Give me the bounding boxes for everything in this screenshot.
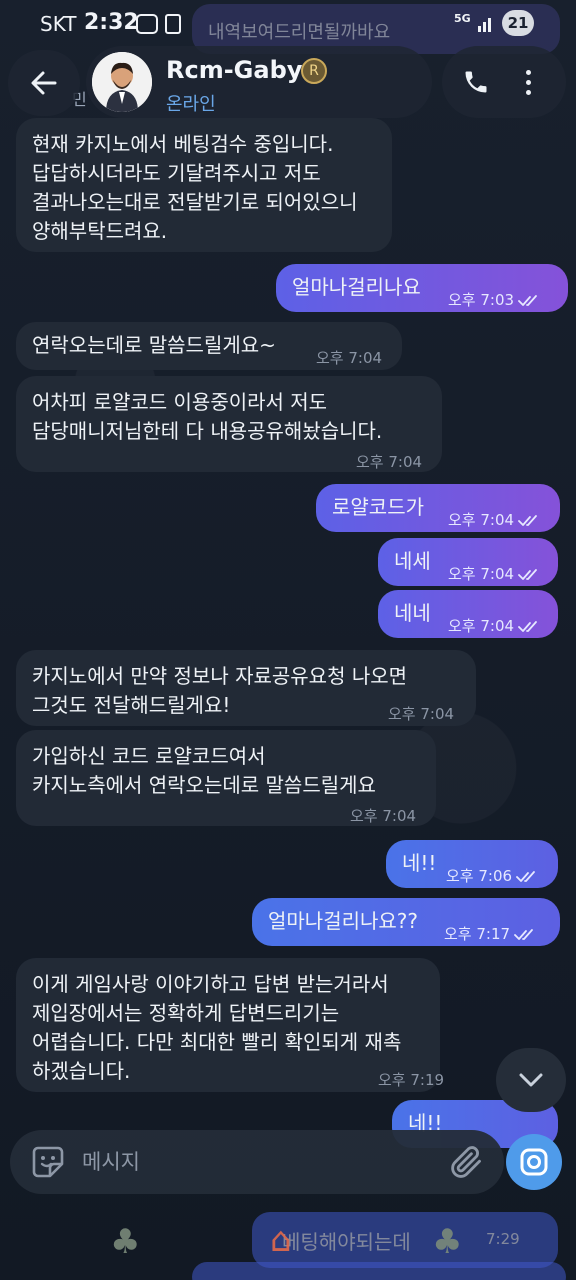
message-text: 어차피 로얄코드 이용중이라서 저도 담당매니저님한테 다 내용공유해놨습니다. <box>32 390 383 443</box>
outgoing-message[interactable]: 로얄코드가오후 7:04 <box>316 484 560 532</box>
message-text: 카지노에서 만약 정보나 자료공유요청 나오면 그것도 전달해드릴게요! <box>32 664 408 717</box>
camera-icon <box>520 1148 548 1176</box>
message-text: 네네 <box>394 601 431 625</box>
message-text: 연락오는데로 말씀드릴게요~ <box>32 333 276 357</box>
arrow-left-icon <box>31 71 57 95</box>
incoming-message[interactable]: 연락오는데로 말씀드릴게요~ 오후 7:04 <box>16 322 402 370</box>
message-input[interactable] <box>82 1138 422 1186</box>
screenshot-icon <box>136 14 158 34</box>
outgoing-message[interactable]: 네세오후 7:04 <box>378 538 558 586</box>
chevron-down-icon <box>519 1073 543 1087</box>
online-status: 온라인 <box>166 94 216 115</box>
outgoing-message[interactable]: 얼마나걸리나요?? 오후 7:17 <box>252 898 560 946</box>
message-timestamp: 오후 7:04 <box>448 612 542 641</box>
message-text: 네세 <box>394 549 431 573</box>
message-time-label: 오후 7:04 <box>448 511 515 529</box>
message-timestamp: 오후 7:04 <box>448 506 542 535</box>
message-text: 얼마나걸리나요?? <box>268 909 419 933</box>
incoming-message[interactable]: 카지노에서 만약 정보나 자료공유요청 나오면 그것도 전달해드릴게요! 오후 7… <box>16 650 476 726</box>
outgoing-message[interactable]: 네네오후 7:04 <box>378 590 558 638</box>
message-text: 이게 게임사랑 이야기하고 답변 받는거라서 제입장에서는 정확하게 답변드리기… <box>32 972 402 1083</box>
network-type: 5G <box>454 12 471 25</box>
battery-indicator: 21 <box>502 10 534 36</box>
tree-doodle-icon: ♣ <box>432 1222 463 1262</box>
house-doodle-icon: ⌂ <box>270 1220 292 1260</box>
clock: 2:32 <box>84 10 139 35</box>
header-actions <box>442 46 566 118</box>
message-timestamp: 오후 7:17 <box>444 920 538 949</box>
incoming-message[interactable]: 현재 카지노에서 베팅검수 중입니다. 답답하시더라도 기달려주시고 저도 결과… <box>16 118 392 351</box>
avatar[interactable] <box>92 52 152 112</box>
read-checkmarks-icon <box>516 870 535 882</box>
lock-icon <box>165 14 181 34</box>
message-text: 가입하신 코드 로얄코드여서 카지노측에서 연락오는데로 말씀드릴게요 <box>32 744 376 797</box>
outgoing-message[interactable]: 네!! 오후 7:06 <box>386 840 558 888</box>
message-timestamp: 오후 7:04 <box>448 560 542 589</box>
contact-name: Rcm-Gaby <box>166 56 303 84</box>
message-time-label: 오후 7:06 <box>446 867 513 885</box>
faint-outgoing-message-lower <box>192 1262 566 1280</box>
message-time-label: 오후 7:19 <box>378 1071 445 1089</box>
camera-button[interactable] <box>506 1134 562 1190</box>
more-vertical-icon[interactable] <box>526 70 532 100</box>
read-checkmarks-icon <box>518 620 537 632</box>
message-time-label: 오후 7:04 <box>350 807 417 825</box>
read-checkmarks-icon <box>518 568 537 580</box>
avatar-image <box>92 52 152 112</box>
message-timestamp: 오후 7:04 <box>350 802 416 831</box>
message-composer <box>10 1130 504 1194</box>
message-timestamp: 오후 7:03 <box>448 286 542 315</box>
incoming-message[interactable]: 가입하신 코드 로얄코드여서 카지노측에서 연락오는데로 말씀드릴게요오후 7:… <box>16 730 436 826</box>
carrier-label: SKT <box>40 12 77 36</box>
read-checkmarks-icon <box>518 294 537 306</box>
incoming-message[interactable]: 이게 게임사랑 이야기하고 답변 받는거라서 제입장에서는 정확하게 답변드리기… <box>16 958 444 1092</box>
message-time-label: 오후 7:03 <box>448 291 515 309</box>
paperclip-icon[interactable] <box>448 1144 484 1180</box>
message-time-label: 오후 7:04 <box>388 705 455 723</box>
message-text: 얼마나걸리나요 <box>292 275 421 299</box>
message-time-label: 오후 7:04 <box>448 565 515 583</box>
message-text: 현재 카지노에서 베팅검수 중입니다. 답답하시더라도 기달려주시고 저도 결과… <box>32 132 358 243</box>
back-button[interactable] <box>8 50 80 116</box>
signal-icon <box>478 14 494 32</box>
faint-outgoing-message-bottom: 베팅해야되는데 7:29 <box>252 1212 558 1268</box>
message-time-label: 오후 7:04 <box>448 617 515 635</box>
scroll-to-bottom-button[interactable] <box>496 1048 566 1112</box>
message-timestamp: 오후 7:04 <box>388 700 454 729</box>
phone-icon[interactable] <box>462 68 490 96</box>
read-checkmarks-icon <box>514 928 533 940</box>
contact-info[interactable]: Rcm-Gaby R 온라인 <box>86 46 432 118</box>
outgoing-message[interactable]: 얼마나걸리나요오후 7:03 <box>276 264 568 312</box>
message-timestamp: 오후 7:06 <box>446 862 540 891</box>
read-checkmarks-icon <box>518 514 537 526</box>
message-timestamp: 오후 7:04 <box>316 344 382 373</box>
message-time-label: 오후 7:04 <box>316 349 383 367</box>
chat-header: Rcm-Gaby R 온라인 <box>0 42 576 118</box>
message-time-label: 오후 7:04 <box>356 453 423 471</box>
message-timestamp: 오후 7:04 <box>356 448 422 477</box>
incoming-message[interactable]: 어차피 로얄코드 이용중이라서 저도 담당매니저님한테 다 내용공유해놨습니다.… <box>16 376 442 472</box>
message-text: 네!! <box>402 851 437 875</box>
crown-badge-icon: R <box>301 58 327 84</box>
message-text: 로얄코드가 <box>332 495 424 519</box>
message-time-label: 오후 7:17 <box>444 925 511 943</box>
sticker-icon[interactable] <box>30 1144 66 1180</box>
message-timestamp: 오후 7:19 <box>378 1066 444 1095</box>
tree-doodle-icon: ♣ <box>110 1222 141 1262</box>
